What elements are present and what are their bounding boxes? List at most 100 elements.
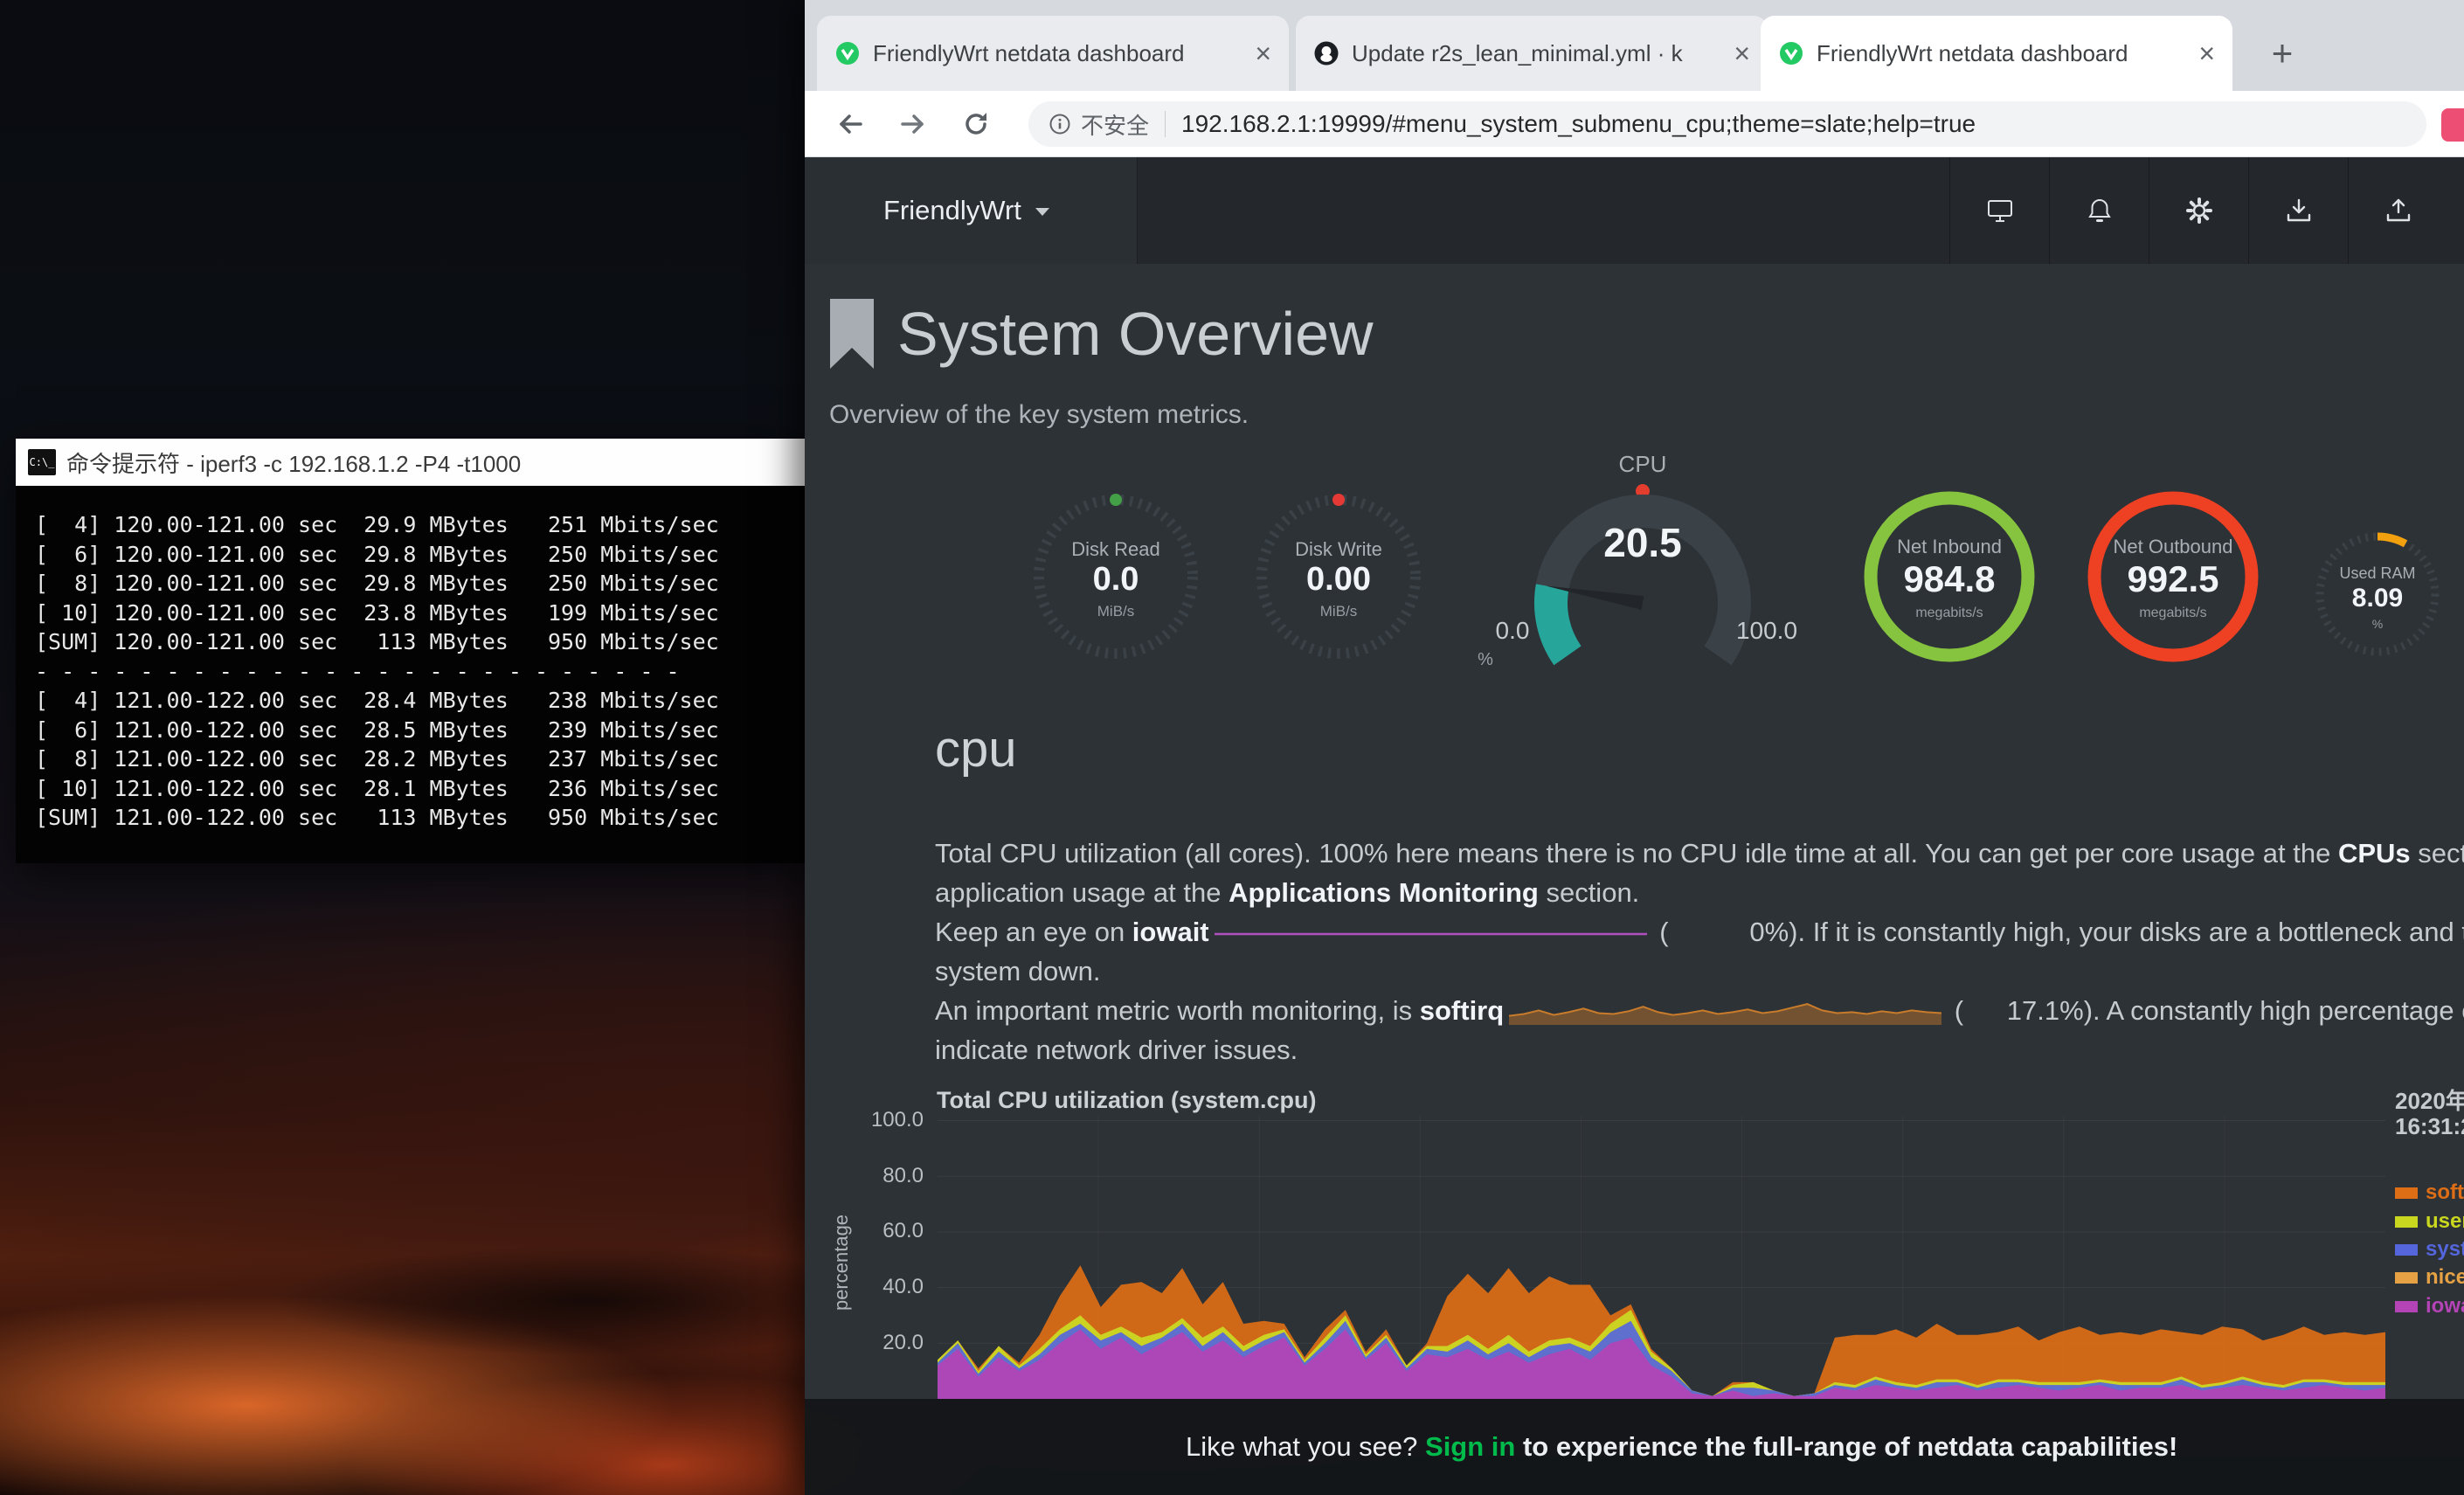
export-button[interactable] — [2348, 157, 2448, 264]
legend-item-user[interactable]: user — [2395, 1210, 2464, 1233]
url-text[interactable]: 192.168.2.1:19999/#menu_system_submenu_c… — [1181, 110, 1976, 138]
extension-icon[interactable] — [2441, 108, 2464, 142]
section-title-cpu: cpu — [935, 720, 1017, 779]
text: Total CPU utilization (all cores). 100% … — [935, 838, 2338, 869]
legend-swatch — [2395, 1187, 2418, 1199]
brand-label: FriendlyWrt — [883, 195, 1021, 225]
cmd-prompt-icon: C:\_ — [28, 449, 56, 475]
cpu-utilization-chart[interactable] — [938, 1116, 2385, 1399]
gauge-value: 0.00 — [1251, 561, 1426, 599]
legend-item-iowait[interactable]: iowait — [2395, 1295, 2464, 1318]
text: section, and per — [2411, 838, 2464, 869]
gauge-label: Disk Write — [1251, 538, 1426, 561]
gauge-min: 0.0 — [1473, 617, 1552, 645]
text: %). A constantly high percentage of soft… — [2059, 995, 2464, 1026]
legend-swatch — [2395, 1301, 2418, 1312]
page-subtitle: Overview of the key system metrics. — [829, 400, 1249, 430]
gauge-disk-read[interactable]: Disk Read 0.0 MiB/s — [1028, 489, 1203, 664]
terminal-line: [SUM] 121.00-122.00 sec 113 MBytes 950 M… — [35, 803, 786, 833]
text: Like what you see? — [1186, 1431, 1425, 1463]
gauge-units: MiB/s — [1251, 603, 1426, 620]
legend-item-nice[interactable]: nice — [2395, 1266, 2464, 1289]
legend-item-softirq[interactable]: softirq — [2395, 1181, 2464, 1204]
security-label: 不安全 — [1081, 108, 1149, 141]
terminal-titlebar[interactable]: C:\_ 命令提示符 - iperf3 -c 192.168.1.2 -P4 -… — [16, 439, 805, 486]
tab-title: Update r2s_lean_minimal.yml · k — [1352, 40, 1721, 67]
gauge-fill-arc — [1551, 587, 1568, 656]
browser-toolbar: 不安全 192.168.2.1:19999/#menu_system_subme… — [805, 91, 2464, 157]
gauge-value: 20.5 — [1482, 519, 1803, 566]
netdata-content: System Overview Overview of the key syst… — [805, 264, 2464, 1399]
browser-window: FriendlyWrt netdata dashboard × Update r… — [805, 0, 2464, 1495]
gauge-net-outbound[interactable]: Net Outbound 992.5 megabits/s — [2081, 485, 2265, 668]
address-separator — [1165, 111, 1166, 137]
tab-netdata-2-active[interactable]: FriendlyWrt netdata dashboard × — [1761, 16, 2232, 91]
gauge-units: megabits/s — [1858, 606, 2041, 621]
info-icon[interactable] — [1048, 112, 1072, 136]
gauge-value: 984.8 — [1858, 558, 2041, 600]
softirq-sparkline-chart[interactable] — [1509, 998, 1941, 1028]
terminal-output: [ 4] 120.00-121.00 sec 29.9 MBytes 251 M… — [16, 486, 805, 863]
legend-swatch — [2395, 1216, 2418, 1228]
gauge-label: Net Outbound — [2081, 536, 2265, 558]
sign-in-link[interactable]: Sign in — [1425, 1431, 1515, 1463]
terminal-title: 命令提示符 - iperf3 -c 192.168.1.2 -P4 -t1000 — [66, 446, 521, 479]
gauge-label: Used RAM — [2308, 564, 2447, 583]
gauge-label: Disk Read — [1028, 538, 1203, 561]
gauge-units: % — [2308, 617, 2447, 631]
forward-icon[interactable] — [894, 105, 932, 143]
y-tick-label: 40.0 — [854, 1275, 924, 1299]
terminal-line: [ 8] 121.00-122.00 sec 28.2 MBytes 237 M… — [35, 744, 786, 774]
paragraph-line: Total CPU utilization (all cores). 100% … — [935, 834, 2464, 873]
gauge-units: megabits/s — [2081, 606, 2265, 621]
address-bar[interactable]: 不安全 192.168.2.1:19999/#menu_system_subme… — [1028, 101, 2426, 147]
tab-close-icon[interactable]: × — [1734, 39, 1750, 67]
tab-close-icon[interactable]: × — [1255, 39, 1271, 67]
terminal-line: [ 6] 121.00-122.00 sec 28.5 MBytes 239 M… — [35, 716, 786, 745]
monitor-icon — [1984, 195, 2016, 226]
iowait-sparkline-chart[interactable] — [1215, 919, 1647, 949]
tab-close-icon[interactable]: × — [2198, 39, 2215, 67]
gauge-value: 992.5 — [2081, 558, 2265, 600]
chart-date: 2020年3 — [2395, 1083, 2464, 1116]
gauge-cpu[interactable]: CPU 20.5 0.0 100.0 % — [1482, 451, 1803, 713]
legend-label: user — [2426, 1209, 2464, 1234]
gauge-label: CPU — [1482, 451, 1803, 478]
text: An important metric worth monitoring, is — [935, 995, 1420, 1026]
signin-banner: Like what you see? Sign in to experience… — [805, 1399, 2464, 1495]
gauge-used-ram[interactable]: Used RAM 8.09 % — [2308, 524, 2447, 664]
signin-text: Like what you see? Sign in to experience… — [1186, 1399, 2177, 1495]
tab-title: FriendlyWrt netdata dashboard — [1817, 40, 2186, 67]
settings-button[interactable] — [2149, 157, 2249, 264]
paragraph-line: An important metric worth monitoring, is… — [935, 991, 2464, 1030]
y-tick-label: 60.0 — [854, 1219, 924, 1243]
gear-icon — [2184, 195, 2215, 226]
softirq-percent-value: 17.1 — [1963, 991, 2059, 1030]
brand-dropdown[interactable]: FriendlyWrt — [883, 157, 1049, 264]
applications-monitoring-link[interactable]: Applications Monitoring — [1229, 877, 1539, 908]
gauge-disk-write[interactable]: Disk Write 0.00 MiB/s — [1251, 489, 1426, 664]
text: application usage at the — [935, 877, 1229, 908]
tab-github[interactable]: Update r2s_lean_minimal.yml · k × — [1296, 16, 1768, 91]
y-axis-title: percentage — [830, 1175, 853, 1350]
y-tick-label: 20.0 — [854, 1331, 924, 1355]
import-button[interactable] — [2248, 157, 2349, 264]
terminal-window[interactable]: C:\_ 命令提示符 - iperf3 -c 192.168.1.2 -P4 -… — [16, 439, 805, 863]
netdata-favicon — [834, 40, 861, 66]
tab-netdata-1[interactable]: FriendlyWrt netdata dashboard × — [817, 16, 1289, 91]
back-icon[interactable] — [831, 105, 869, 143]
refresh-icon[interactable] — [957, 105, 995, 143]
text: system down. — [935, 956, 1101, 986]
gauge-net-inbound[interactable]: Net Inbound 984.8 megabits/s — [1858, 485, 2041, 668]
legend-item-system[interactable]: system — [2395, 1238, 2464, 1261]
netdata-navbar: FriendlyWrt — [805, 157, 2464, 264]
print-screen-button[interactable] — [1949, 157, 2050, 264]
terminal-line: [ 6] 120.00-121.00 sec 29.8 MBytes 250 M… — [35, 540, 786, 570]
cpus-link[interactable]: CPUs — [2338, 838, 2411, 869]
download-icon — [2283, 195, 2315, 226]
terminal-line: [ 10] 121.00-122.00 sec 28.1 MBytes 236 … — [35, 774, 786, 804]
alarms-button[interactable] — [2049, 157, 2149, 264]
terminal-line: [ 8] 120.00-121.00 sec 29.8 MBytes 250 M… — [35, 569, 786, 599]
desktop: C:\_ 命令提示符 - iperf3 -c 192.168.1.2 -P4 -… — [0, 0, 2464, 1495]
new-tab-button[interactable]: + — [2259, 30, 2306, 77]
